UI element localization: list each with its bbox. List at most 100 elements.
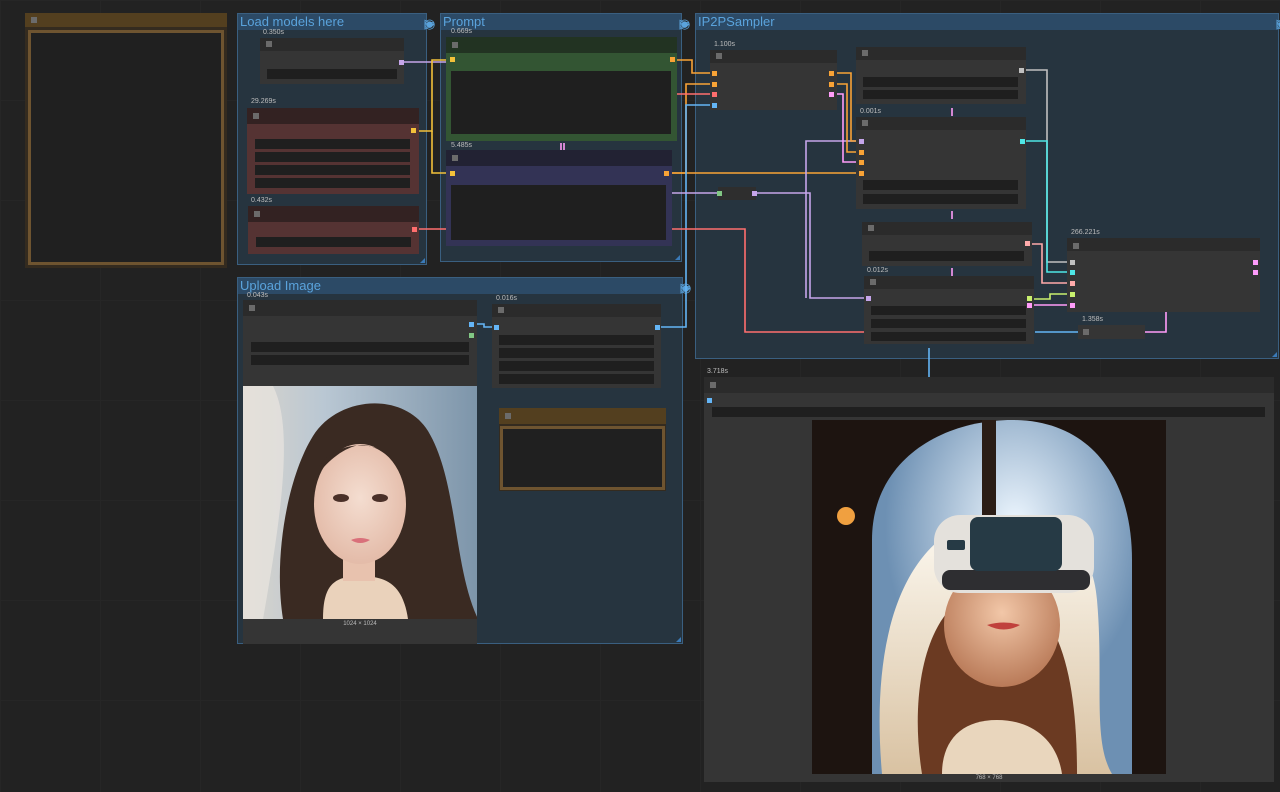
vae-wire-3[interactable] [672, 228, 868, 333]
custom-sampler-node[interactable] [1067, 238, 1260, 312]
node-header[interactable] [446, 37, 677, 53]
note-node-body[interactable] [500, 426, 665, 490]
node-collapse-dot[interactable] [716, 53, 722, 59]
input-port[interactable] [1070, 292, 1075, 297]
output-port[interactable] [469, 322, 474, 327]
node-header[interactable] [492, 304, 661, 317]
input-port[interactable] [712, 92, 717, 97]
positive-prompt-node[interactable] [446, 37, 677, 141]
positive-cond-wire[interactable] [672, 59, 714, 74]
output-port[interactable] [829, 82, 834, 87]
input-image-preview[interactable] [243, 386, 477, 619]
node-collapse-dot[interactable] [1073, 243, 1079, 249]
input-port[interactable] [1070, 260, 1075, 265]
lora-loader-node[interactable] [247, 108, 419, 194]
widget-field[interactable] [255, 152, 410, 162]
node-header[interactable] [260, 38, 404, 51]
noise-node[interactable] [864, 276, 1034, 344]
output-port[interactable] [829, 71, 834, 76]
node-header[interactable] [248, 206, 419, 222]
output-port[interactable] [399, 60, 404, 65]
guider-node[interactable] [856, 117, 1026, 209]
output-port[interactable] [664, 171, 669, 176]
sampler-select-node[interactable] [862, 222, 1032, 266]
input-port[interactable] [712, 82, 717, 87]
output-port[interactable] [411, 128, 416, 133]
widget-field[interactable] [871, 306, 1026, 315]
input-port[interactable] [866, 296, 871, 301]
input-port[interactable] [859, 171, 864, 176]
node-header[interactable] [856, 117, 1026, 130]
widget-field[interactable] [871, 319, 1026, 328]
widget-field[interactable] [871, 332, 1026, 341]
node-collapse-dot[interactable] [452, 42, 458, 48]
prompt-textarea[interactable] [451, 185, 666, 240]
output-port[interactable] [1027, 296, 1032, 301]
input-port[interactable] [859, 150, 864, 155]
widget-field[interactable] [255, 178, 410, 188]
scheduler-node[interactable] [856, 47, 1026, 104]
image-resize-node[interactable] [492, 304, 661, 388]
checkpoint-loader-node[interactable] [260, 38, 404, 84]
input-port[interactable] [859, 139, 864, 144]
latent-wire-3[interactable] [1145, 312, 1167, 333]
node-collapse-dot[interactable] [870, 279, 876, 285]
widget-field[interactable] [712, 407, 1265, 417]
input-port[interactable] [1070, 281, 1075, 286]
node-collapse-dot[interactable] [868, 225, 874, 231]
node-header[interactable] [862, 222, 1032, 235]
vae-loader-node[interactable] [248, 206, 419, 254]
widget-field[interactable] [499, 335, 654, 345]
widget-field[interactable] [499, 361, 654, 371]
output-port[interactable] [655, 325, 660, 330]
input-port[interactable] [450, 171, 455, 176]
node-collapse-dot[interactable] [253, 113, 259, 119]
output-port[interactable] [670, 57, 675, 62]
node-collapse-dot[interactable] [266, 41, 272, 47]
node-collapse-dot[interactable] [452, 155, 458, 161]
output-port[interactable] [1025, 241, 1030, 246]
model-wire-4[interactable] [805, 140, 861, 298]
node-header[interactable] [243, 300, 477, 316]
widget-field[interactable] [869, 251, 1024, 261]
mask-wire[interactable] [1029, 293, 1072, 300]
widget-field[interactable] [863, 180, 1018, 190]
node-collapse-dot[interactable] [505, 413, 511, 419]
node-header[interactable] [856, 47, 1026, 60]
node-header[interactable] [499, 408, 666, 424]
widget-field[interactable] [255, 139, 410, 149]
output-image-preview[interactable] [812, 420, 1166, 774]
widget-field[interactable] [863, 90, 1018, 99]
output-port[interactable] [829, 92, 834, 97]
input-port[interactable] [717, 191, 722, 196]
node-header[interactable] [247, 108, 419, 124]
node-header[interactable] [704, 377, 1274, 393]
node-header[interactable] [1067, 238, 1260, 251]
node-header[interactable] [446, 150, 672, 166]
widget-field[interactable] [251, 342, 469, 352]
save-image-node[interactable]: 768 × 768 [704, 377, 1274, 782]
output-port[interactable] [1253, 260, 1258, 265]
node-collapse-dot[interactable] [862, 120, 868, 126]
node-collapse-dot[interactable] [1083, 329, 1089, 335]
widget-field[interactable] [863, 194, 1018, 204]
output-port[interactable] [1027, 303, 1032, 308]
brown-note-node[interactable] [499, 408, 666, 491]
ip2p-conditioning-node[interactable] [710, 50, 837, 110]
input-port[interactable] [707, 398, 712, 403]
input-port[interactable] [712, 71, 717, 76]
widget-field[interactable] [256, 237, 411, 247]
load-image-node[interactable]: 1024 × 1024 [243, 300, 477, 644]
input-port[interactable] [494, 325, 499, 330]
output-port[interactable] [1253, 270, 1258, 275]
input-port[interactable] [712, 103, 717, 108]
widget-field[interactable] [863, 77, 1018, 87]
node-collapse-dot[interactable] [254, 211, 260, 217]
node-header[interactable] [864, 276, 1034, 289]
widget-field[interactable] [255, 165, 410, 175]
widget-field[interactable] [499, 374, 654, 384]
output-port[interactable] [412, 227, 417, 232]
latent-link-4[interactable] [560, 143, 565, 150]
input-port[interactable] [859, 160, 864, 165]
widget-field[interactable] [251, 355, 469, 365]
